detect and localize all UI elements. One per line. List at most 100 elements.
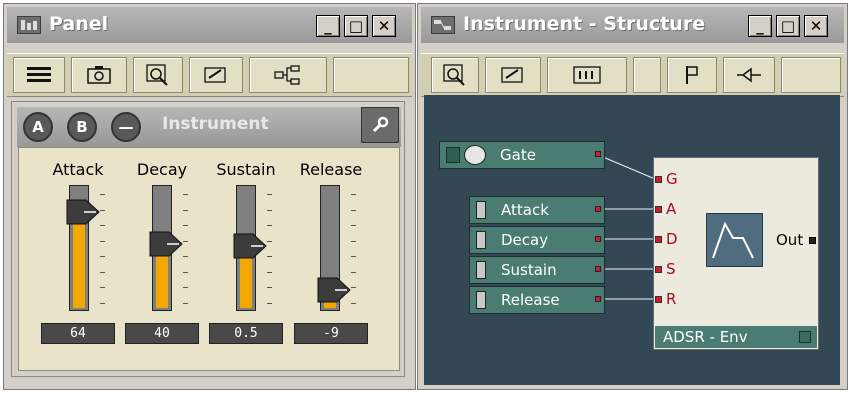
- slider-tick: [351, 194, 356, 195]
- flag-icon: [686, 66, 698, 84]
- tab-minus-button[interactable]: —: [111, 112, 141, 142]
- attack-output-port[interactable]: [595, 206, 601, 212]
- slider-tick: [351, 256, 356, 257]
- input-label-a: A: [666, 200, 677, 218]
- tab-b-button[interactable]: B: [67, 112, 97, 142]
- slider-tick: [351, 303, 356, 304]
- slider-tick: [183, 272, 188, 273]
- plug-icon: [737, 67, 761, 83]
- release-module[interactable]: Release: [469, 286, 605, 314]
- connect-button[interactable]: [723, 57, 775, 93]
- flag-button[interactable]: [667, 57, 717, 93]
- snapshot-button[interactable]: [71, 57, 127, 93]
- slider-knob-decay[interactable]: [149, 231, 183, 257]
- slider-tick: [100, 272, 105, 273]
- properties-button[interactable]: [13, 57, 65, 93]
- output-port[interactable]: [809, 237, 816, 244]
- input-port-s[interactable]: [655, 266, 662, 273]
- input-port-a[interactable]: [655, 206, 662, 213]
- structure-title: Instrument - Structure: [463, 13, 706, 35]
- slider-ticks-release: [351, 186, 357, 310]
- gate-module[interactable]: Gate: [439, 141, 605, 169]
- fader-icon: [476, 201, 486, 219]
- release-module-label: Release: [501, 291, 560, 309]
- fader-icon: [476, 291, 486, 309]
- zoom-icon: [443, 64, 465, 86]
- input-label-g: G: [666, 170, 678, 188]
- adsr-status-indicator: [799, 331, 811, 343]
- structure-toolbar-empty-button[interactable]: [781, 57, 841, 93]
- structure-maximize-button[interactable]: □: [776, 15, 800, 37]
- sustain-output-port[interactable]: [595, 266, 601, 272]
- slider-tick: [100, 256, 105, 257]
- instrument-label: Instrument: [162, 114, 269, 134]
- slider-value-release: -9: [294, 323, 368, 344]
- structure-close-button[interactable]: ✕: [804, 15, 828, 37]
- slider-tick: [100, 210, 105, 211]
- decay-module-label: Decay: [501, 231, 549, 249]
- slider-label-decay: Decay: [136, 160, 188, 179]
- panel-titlebar[interactable]: Panel _ □ ✕: [7, 7, 412, 43]
- slider-value-attack: 64: [41, 323, 115, 344]
- slider-knob-attack[interactable]: [66, 199, 100, 225]
- input-label-d: D: [666, 230, 678, 248]
- panel-toolbar: [7, 53, 412, 97]
- instrument-panel: A B — Instrument Attack 64 Decay 40 Sust…: [11, 101, 405, 377]
- structure-titlebar[interactable]: Instrument - Structure _ □ ✕: [421, 7, 844, 43]
- wrench-button[interactable]: [361, 107, 399, 143]
- structure-toolbar-blank-button[interactable]: [633, 57, 661, 93]
- camera-icon: [87, 66, 111, 84]
- tab-a-button[interactable]: A: [23, 112, 53, 142]
- zoom-button[interactable]: [133, 57, 183, 93]
- zoom-icon: [146, 64, 168, 86]
- envelope-icon: [706, 213, 763, 267]
- input-port-r[interactable]: [655, 296, 662, 303]
- input-port-d[interactable]: [655, 236, 662, 243]
- slider-ticks-attack: [100, 186, 106, 310]
- structure-minimize-button[interactable]: _: [748, 15, 772, 37]
- edit-icon: [204, 67, 226, 83]
- slider-tick: [267, 225, 272, 226]
- decay-output-port[interactable]: [595, 236, 601, 242]
- adsr-footer: ADSR - Env: [655, 326, 817, 348]
- wrench-icon: [372, 116, 389, 133]
- attack-module[interactable]: Attack: [469, 196, 605, 224]
- hierarchy-icon: [274, 65, 300, 85]
- slider-tick: [100, 241, 105, 242]
- slider-value-decay: 40: [125, 323, 199, 344]
- slider-tick: [267, 210, 272, 211]
- edit-icon: [501, 67, 523, 83]
- panel-window-icon: [17, 16, 41, 34]
- slider-value-sustain: 0.5: [209, 323, 283, 344]
- slider-tick: [183, 225, 188, 226]
- lines-icon: [27, 67, 51, 82]
- input-port-g[interactable]: [655, 176, 662, 183]
- panel-minimize-button[interactable]: _: [316, 15, 340, 37]
- panel-toolbar-empty-button[interactable]: [333, 57, 409, 93]
- structure-button[interactable]: [249, 57, 327, 93]
- slider-tick: [267, 303, 272, 304]
- slider-knob-release[interactable]: [317, 277, 351, 303]
- slider-tick: [351, 225, 356, 226]
- structure-edit-button[interactable]: [485, 57, 541, 93]
- panel-maximize-button[interactable]: □: [344, 15, 368, 37]
- gate-output-port[interactable]: [595, 151, 601, 157]
- structure-zoom-button[interactable]: [431, 57, 479, 93]
- slider-tick: [267, 194, 272, 195]
- release-output-port[interactable]: [595, 296, 601, 302]
- slider-tick: [183, 287, 188, 288]
- keyboard-icon: [464, 145, 486, 165]
- slider-tick: [267, 272, 272, 273]
- structure-toolbar: [421, 53, 844, 97]
- decay-module[interactable]: Decay: [469, 226, 605, 254]
- edit-button[interactable]: [189, 57, 243, 93]
- gate-label: Gate: [500, 146, 536, 164]
- slider-tick: [183, 303, 188, 304]
- module-list-button[interactable]: [547, 57, 627, 93]
- fader-icon: [476, 261, 486, 279]
- sustain-module[interactable]: Sustain: [469, 256, 605, 284]
- slider-ticks-sustain: [267, 186, 273, 310]
- panel-close-button[interactable]: ✕: [372, 15, 396, 37]
- slider-tick: [267, 287, 272, 288]
- slider-knob-sustain[interactable]: [233, 233, 267, 259]
